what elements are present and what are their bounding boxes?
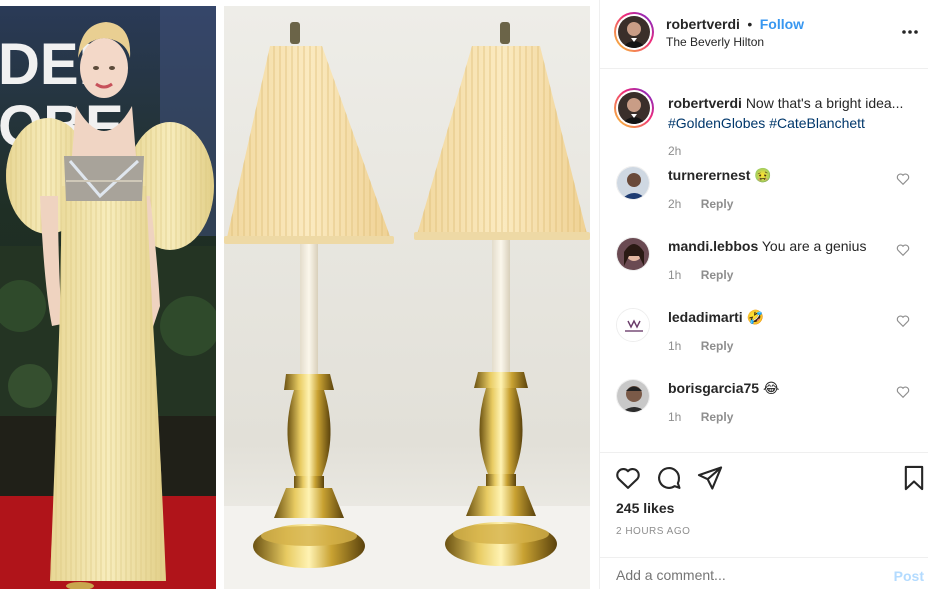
bookmark-icon[interactable] bbox=[900, 464, 928, 492]
comment-avatar[interactable] bbox=[616, 379, 650, 413]
comment-input[interactable] bbox=[616, 567, 866, 583]
comment-time: 2h bbox=[668, 197, 682, 211]
comment-item: ledadimarti 🤣 1h Reply bbox=[616, 308, 916, 368]
like-comment-icon[interactable] bbox=[896, 314, 910, 328]
comment-avatar[interactable] bbox=[616, 237, 650, 271]
reply-button[interactable]: Reply bbox=[701, 197, 734, 211]
comment-time: 1h bbox=[668, 339, 682, 353]
comment-emoji: 🤢 bbox=[754, 167, 772, 183]
author-avatar[interactable] bbox=[614, 12, 654, 52]
post-timestamp[interactable]: 2 HOURS AGO bbox=[616, 526, 690, 537]
comment-bubble-icon[interactable] bbox=[655, 464, 683, 492]
like-count[interactable]: 245 likes bbox=[616, 500, 674, 516]
caption-avatar[interactable] bbox=[614, 88, 654, 128]
caption-body: Now that's a bright idea... bbox=[745, 95, 904, 111]
share-plane-icon[interactable] bbox=[696, 464, 724, 492]
comment-item: borisgarcia75 😂 1h Reply bbox=[616, 379, 916, 439]
like-comment-icon[interactable] bbox=[896, 385, 910, 399]
reply-button[interactable]: Reply bbox=[701, 268, 734, 282]
comment-time: 1h bbox=[668, 268, 682, 282]
add-comment-bar: Post bbox=[600, 557, 928, 589]
hashtag-link[interactable]: #GoldenGlobes bbox=[668, 115, 765, 131]
comment-item: turnerernest 🤢 2h Reply bbox=[616, 166, 916, 226]
post-sidebar: robertverdi • Follow The Beverly Hilton … bbox=[600, 0, 928, 589]
like-comment-icon[interactable] bbox=[896, 243, 910, 257]
like-comment-icon[interactable] bbox=[896, 172, 910, 186]
post-location[interactable]: The Beverly Hilton bbox=[666, 35, 764, 49]
caption-text: robertverdi Now that's a bright idea... … bbox=[668, 93, 918, 133]
more-options-icon[interactable] bbox=[900, 22, 920, 47]
post-comment-button[interactable]: Post bbox=[894, 568, 924, 584]
reply-button[interactable]: Reply bbox=[701, 339, 734, 353]
caption-username[interactable]: robertverdi bbox=[668, 95, 742, 111]
comment-username[interactable]: borisgarcia75 bbox=[668, 380, 759, 396]
reply-button[interactable]: Reply bbox=[701, 410, 734, 424]
comment-avatar[interactable] bbox=[616, 308, 650, 342]
comment-time: 1h bbox=[668, 410, 682, 424]
photo-lamps bbox=[224, 6, 590, 589]
comment-emoji: 🤣 bbox=[746, 309, 765, 325]
comment-avatar[interactable] bbox=[616, 166, 650, 200]
like-heart-icon[interactable] bbox=[614, 464, 642, 492]
instagram-post: DEN OBE bbox=[0, 0, 928, 589]
comment-item: mandi.lebbos You are a genius 1h Reply bbox=[616, 237, 916, 297]
post-header: robertverdi • Follow The Beverly Hilton bbox=[600, 0, 928, 69]
header-separator: • bbox=[747, 16, 753, 32]
follow-button[interactable]: Follow bbox=[760, 16, 804, 32]
caption-time: 2h bbox=[668, 144, 682, 158]
hashtag-link[interactable]: #CateBlanchett bbox=[769, 115, 865, 131]
comment-text: You are a genius bbox=[761, 238, 867, 254]
comment-username[interactable]: mandi.lebbos bbox=[668, 238, 758, 254]
post-actions: 245 likes 2 HOURS AGO Post bbox=[600, 452, 928, 589]
comment-emoji: 😂 bbox=[762, 380, 780, 396]
post-media[interactable]: DEN OBE bbox=[0, 0, 600, 589]
photo-gown: DEN OBE bbox=[0, 6, 216, 589]
comment-username[interactable]: ledadimarti bbox=[668, 309, 743, 325]
comment-username[interactable]: turnerernest bbox=[668, 167, 750, 183]
author-username[interactable]: robertverdi bbox=[666, 16, 740, 32]
